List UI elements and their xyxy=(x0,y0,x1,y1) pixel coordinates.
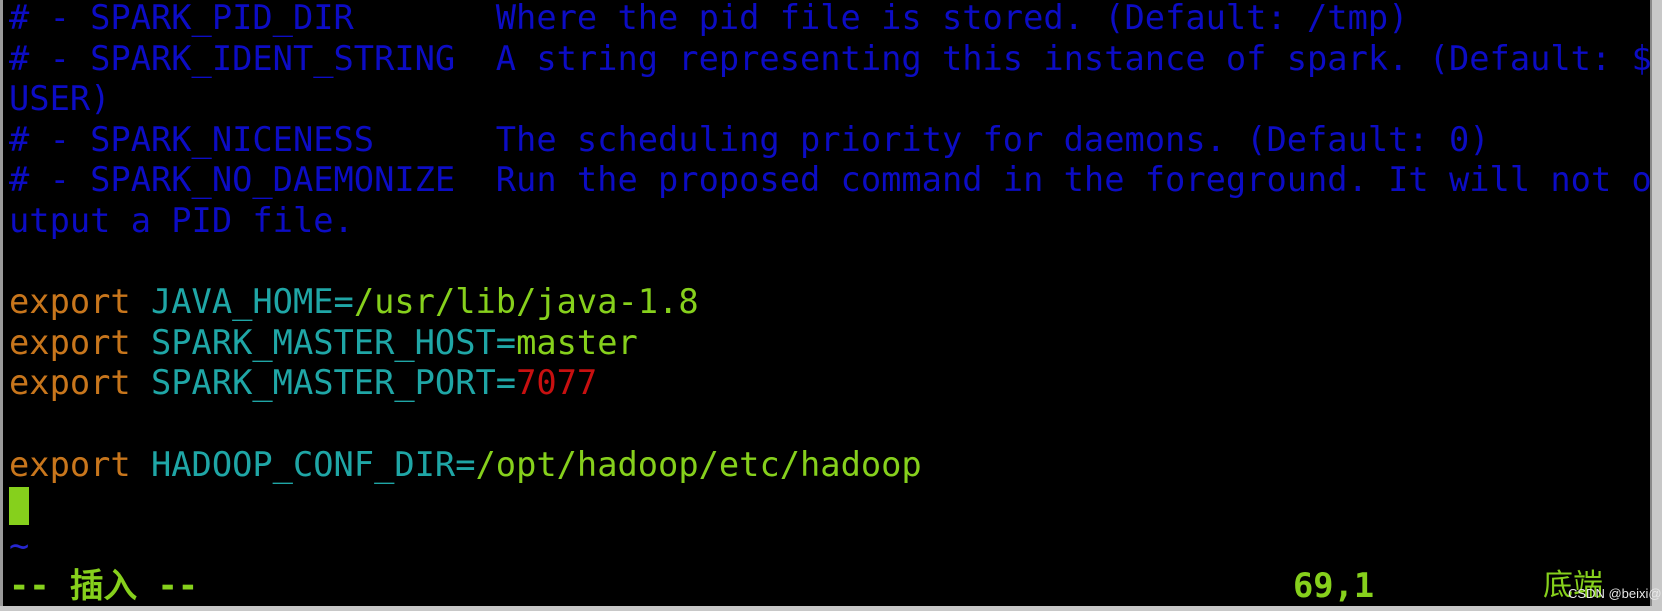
code-token-keyword: export xyxy=(9,363,151,403)
buffer-line: # - SPARK_NICENESS The scheduling priori… xyxy=(9,120,1490,160)
mode-indicator: -- 插入 -- xyxy=(9,566,199,605)
code-token-var: JAVA_HOME= xyxy=(150,282,354,322)
vim-terminal-window[interactable]: # - SPARK_PID_DIR Where the pid file is … xyxy=(0,0,1652,606)
buffer-line: export SPARK_MASTER_PORT=7077 xyxy=(9,363,597,403)
buffer-line: export SPARK_MASTER_HOST=master xyxy=(9,323,638,363)
empty-line-marker: ~ xyxy=(9,525,30,565)
code-token-value: master xyxy=(516,322,638,362)
window-border xyxy=(0,606,1662,611)
code-token-value: /opt/hadoop/etc/hadoop xyxy=(475,444,922,484)
buffer-line: utput a PID file. xyxy=(9,201,354,241)
code-token-var: SPARK_MASTER_PORT= xyxy=(150,363,517,403)
buffer-line: USER) xyxy=(9,79,110,119)
buffer-line: ~ xyxy=(9,526,29,566)
code-token-comment: # - SPARK_PID_DIR Where the pid file is … xyxy=(9,0,1409,37)
code-token-keyword: export xyxy=(9,282,151,322)
text-cursor xyxy=(9,487,29,525)
buffer-line: export JAVA_HOME=/usr/lib/java-1.8 xyxy=(9,282,699,322)
code-token-number: 7077 xyxy=(516,363,598,403)
code-token-keyword: export xyxy=(9,322,151,362)
cursor-position-ruler: 69,1 xyxy=(1293,566,1375,605)
code-token-comment: utput a PID file. xyxy=(9,201,354,240)
window-scrollbar[interactable] xyxy=(1650,0,1662,611)
code-token-comment: # - SPARK_IDENT_STRING A string represen… xyxy=(9,38,1652,78)
buffer-line: export HADOOP_CONF_DIR=/opt/hadoop/etc/h… xyxy=(9,445,922,485)
buffer-line: # - SPARK_IDENT_STRING A string represen… xyxy=(9,39,1652,79)
code-token-keyword: export xyxy=(9,444,151,484)
code-token-comment: # - SPARK_NO_DAEMONIZE Run the proposed … xyxy=(9,160,1652,200)
buffer-line: # - SPARK_NO_DAEMONIZE Run the proposed … xyxy=(9,160,1652,200)
code-token-comment: USER) xyxy=(9,79,111,119)
code-token-value: /usr/lib/java-1.8 xyxy=(353,282,699,322)
buffer-line: # - SPARK_PID_DIR Where the pid file is … xyxy=(9,0,1408,38)
code-token-comment: # - SPARK_NICENESS The scheduling priori… xyxy=(9,119,1490,159)
watermark: CSDN @beixi@ xyxy=(1568,586,1662,601)
code-token-var: SPARK_MASTER_HOST= xyxy=(150,322,517,362)
code-token-var: HADOOP_CONF_DIR= xyxy=(150,444,476,484)
